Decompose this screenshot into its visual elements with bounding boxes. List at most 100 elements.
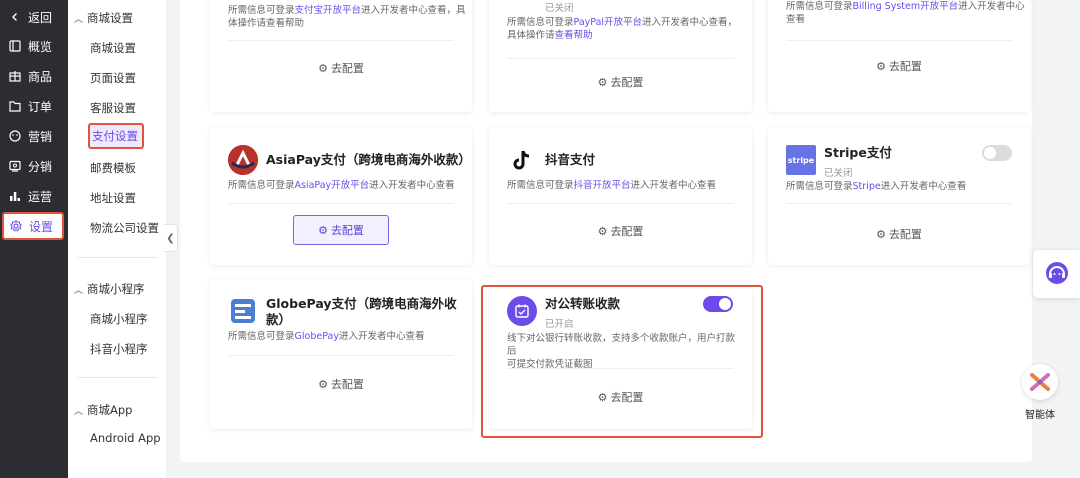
subnav-divider <box>78 377 158 378</box>
overview-icon <box>8 39 22 53</box>
card-description: 所需信息可登录抖音开放平台进入开发者中心查看 <box>507 180 717 191</box>
asiapay-logo-icon <box>228 145 258 175</box>
subnav-item-address-settings[interactable]: 地址设置 <box>90 190 136 206</box>
nav-item-marketing[interactable]: 营销 <box>0 121 68 151</box>
ai-agent-icon <box>1022 364 1058 400</box>
gear-icon: ⚙ <box>318 377 328 391</box>
configure-button[interactable]: ⚙ 去配置 <box>293 215 389 245</box>
nav-item-operation[interactable]: 运营 <box>0 181 68 211</box>
subnav-item-android-app[interactable]: Android App <box>90 431 161 445</box>
card-description: 所需信息可登录支付宝开放平台进入开发者中心查看，具体操作请查看帮助 <box>228 5 466 29</box>
settings-icon <box>9 219 23 233</box>
subnav-group-mall-settings[interactable]: ︿ 商城设置 <box>74 10 133 26</box>
payment-card-globepay: GlobePay支付（跨境电商海外收 款） 所需信息可登录GlobePay进入开发… <box>210 279 472 429</box>
globepay-logo-icon <box>228 296 258 326</box>
configure-button[interactable]: ⚙ 去配置 <box>768 58 1030 74</box>
payment-card-asiapay: AsiaPay支付（跨境电商海外收款） 所需信息可登录AsiaPay开放平台进入… <box>210 127 472 265</box>
card-description: 所需信息可登录Stripe进入开发者中心查看 <box>786 181 967 192</box>
back-label: 返回 <box>28 10 53 25</box>
subnav-item-mall-miniprogram[interactable]: 商城小程序 <box>90 311 148 327</box>
headset-icon <box>1042 258 1072 291</box>
card-divider <box>786 40 1012 41</box>
payment-card-billing: 所需信息可登录Billing System开放平台进入开发者中心 查看 ⚙ 去配… <box>768 0 1030 112</box>
configure-button[interactable]: ⚙ 去配置 <box>489 389 752 405</box>
billing-platform-link[interactable]: Billing System开放平台 <box>853 1 959 12</box>
subnav-item-cs-settings[interactable]: 客服设置 <box>90 100 136 116</box>
back-button[interactable]: 返回 <box>0 2 68 32</box>
card-title: GlobePay支付（跨境电商海外收 款） <box>266 296 457 327</box>
subnav-item-shipping-template[interactable]: 邮费模板 <box>90 160 136 176</box>
nav-item-distribution[interactable]: 分销 <box>0 151 68 181</box>
nav-item-label: 设置 <box>29 219 54 234</box>
nav-item-overview[interactable]: 概览 <box>0 31 68 61</box>
ai-agent-button[interactable]: 智能体 <box>1020 364 1060 421</box>
operation-icon <box>8 189 22 203</box>
card-header: AsiaPay支付（跨境电商海外收款） <box>228 145 471 175</box>
configure-button[interactable]: ⚙ 去配置 <box>768 226 1030 242</box>
product-icon <box>8 69 22 83</box>
card-description: 所需信息可登录Billing System开放平台进入开发者中心 查看 <box>786 1 1025 25</box>
subnav-item-page-settings[interactable]: 页面设置 <box>90 70 136 86</box>
asiapay-platform-link[interactable]: AsiaPay开放平台 <box>295 180 370 191</box>
card-description: 所需信息可登录GlobePay进入开发者中心查看 <box>228 331 425 342</box>
nav-item-label: 订单 <box>28 99 53 114</box>
card-title: AsiaPay支付（跨境电商海外收款） <box>266 152 471 167</box>
payment-card-bank-transfer: 对公转账收款 已开启 线下对公银行转账收款，支持多个收款账户，用户打款后 可提交付… <box>489 286 752 429</box>
card-header: 抖音支付 <box>507 145 595 175</box>
configure-button[interactable]: ⚙ 去配置 <box>210 376 472 392</box>
stripe-enable-toggle[interactable] <box>982 145 1012 161</box>
douyin-platform-link[interactable]: 抖音开放平台 <box>574 180 631 191</box>
subnav-item-logistics-settings[interactable]: 物流公司设置 <box>90 220 159 236</box>
subnav-item-douyin-miniprogram[interactable]: 抖音小程序 <box>90 341 148 357</box>
card-description: 所需信息可登录PayPal开放平台进入开发者中心查看， 具体操作请查看帮助 <box>507 17 738 41</box>
toggle-knob <box>719 298 731 310</box>
payment-card-alipay: 所需信息可登录支付宝开放平台进入开发者中心查看，具体操作请查看帮助 ⚙ 去配置 <box>210 0 472 112</box>
gear-icon: ⚙ <box>318 61 328 75</box>
configure-button[interactable]: ⚙ 去配置 <box>210 60 472 76</box>
configure-button[interactable]: ⚙ 去配置 <box>489 223 752 239</box>
card-description: 所需信息可登录AsiaPay开放平台进入开发者中心查看 <box>228 180 455 191</box>
card-title: Stripe支付 <box>824 145 892 160</box>
help-link[interactable]: 查看帮助 <box>555 30 593 41</box>
customer-service-button[interactable] <box>1033 250 1080 298</box>
distribution-icon <box>8 159 22 173</box>
card-divider <box>228 203 454 204</box>
chevron-up-icon: ︿ <box>74 14 84 25</box>
gear-icon: ⚙ <box>876 59 886 73</box>
globepay-platform-link[interactable]: GlobePay <box>295 331 339 342</box>
settings-subnav: ︿ 商城设置 商城设置 页面设置 客服设置 支付设置 邮费模板 地址设置 物流公… <box>68 0 166 478</box>
card-divider <box>507 58 734 59</box>
bank-transfer-enable-toggle[interactable] <box>703 296 733 312</box>
nav-item-settings[interactable]: 设置 <box>2 212 64 240</box>
gear-icon: ⚙ <box>318 223 328 237</box>
subnav-group-app[interactable]: ︿ 商城App <box>74 402 132 418</box>
alipay-platform-link[interactable]: 支付宝开放平台 <box>295 5 362 16</box>
configure-button[interactable]: ⚙ 去配置 <box>489 74 752 90</box>
payment-settings-panel: 所需信息可登录支付宝开放平台进入开发者中心查看，具体操作请查看帮助 ⚙ 去配置 … <box>180 0 1032 462</box>
ai-agent-label: 智能体 <box>1025 410 1055 421</box>
status-text: 已关闭 <box>824 168 853 179</box>
marketing-icon <box>8 129 22 143</box>
status-text: 已关闭 <box>545 3 574 14</box>
card-divider <box>786 203 1012 204</box>
subnav-group-title: 商城小程序 <box>87 282 145 296</box>
paypal-platform-link[interactable]: PayPal开放平台 <box>574 17 643 28</box>
nav-item-product[interactable]: 商品 <box>0 61 68 91</box>
subnav-item-payment-settings[interactable]: 支付设置 <box>88 123 144 149</box>
subnav-item-mall-settings[interactable]: 商城设置 <box>90 40 136 56</box>
nav-item-label: 分销 <box>28 159 53 174</box>
card-divider <box>507 368 734 369</box>
subnav-group-miniprogram[interactable]: ︿ 商城小程序 <box>74 281 145 297</box>
douyin-logo-icon <box>507 145 537 175</box>
gear-icon: ⚙ <box>597 224 608 238</box>
payment-card-stripe: stripe Stripe支付 已关闭 所需信息可登录Stripe进入开发者中心… <box>768 127 1030 265</box>
stripe-logo-icon: stripe <box>786 145 816 175</box>
stripe-platform-link[interactable]: Stripe <box>853 181 881 192</box>
nav-item-label: 概览 <box>28 39 53 54</box>
nav-item-order[interactable]: 订单 <box>0 91 68 121</box>
payment-card-paypal: 已关闭 所需信息可登录PayPal开放平台进入开发者中心查看， 具体操作请查看帮… <box>489 0 752 112</box>
card-divider <box>507 203 734 204</box>
calendar-check-icon <box>507 296 537 326</box>
collapse-subnav-button[interactable]: ❮ <box>164 224 178 252</box>
nav-item-label: 营销 <box>28 129 53 144</box>
